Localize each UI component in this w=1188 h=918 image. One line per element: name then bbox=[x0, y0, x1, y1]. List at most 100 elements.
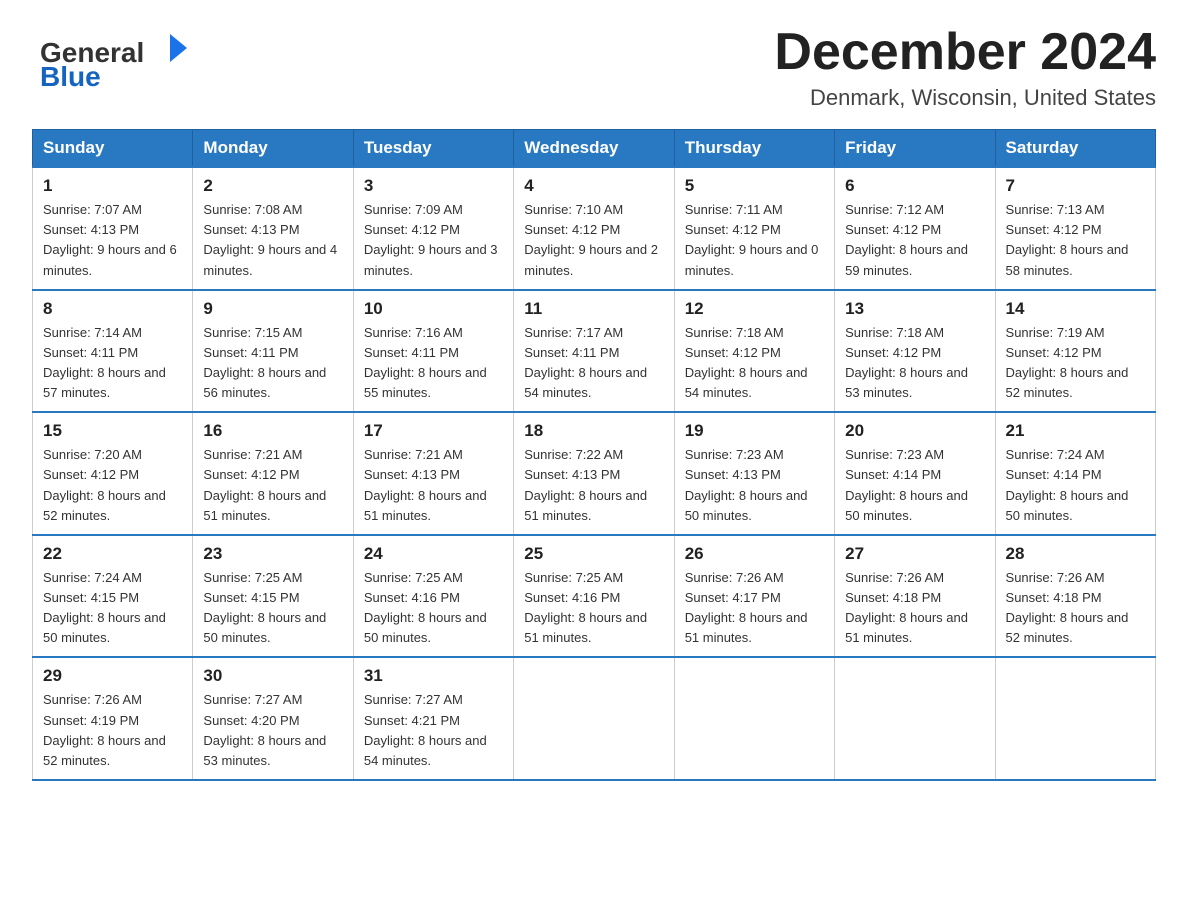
day-info: Sunrise: 7:08 AM Sunset: 4:13 PM Dayligh… bbox=[203, 200, 342, 281]
day-info: Sunrise: 7:16 AM Sunset: 4:11 PM Dayligh… bbox=[364, 323, 503, 404]
sunset-label: Sunset: 4:12 PM bbox=[845, 345, 941, 360]
sunrise-label: Sunrise: 7:25 AM bbox=[364, 570, 463, 585]
daylight-label: Daylight: 9 hours and 6 minutes. bbox=[43, 242, 177, 277]
sunset-label: Sunset: 4:12 PM bbox=[43, 467, 139, 482]
sunset-label: Sunset: 4:11 PM bbox=[203, 345, 298, 360]
table-row: 18 Sunrise: 7:22 AM Sunset: 4:13 PM Dayl… bbox=[514, 412, 674, 535]
table-row: 14 Sunrise: 7:19 AM Sunset: 4:12 PM Dayl… bbox=[995, 290, 1155, 413]
sunset-label: Sunset: 4:14 PM bbox=[1006, 467, 1102, 482]
day-info: Sunrise: 7:23 AM Sunset: 4:13 PM Dayligh… bbox=[685, 445, 824, 526]
day-number: 16 bbox=[203, 421, 342, 441]
sunset-label: Sunset: 4:11 PM bbox=[43, 345, 138, 360]
sunrise-label: Sunrise: 7:26 AM bbox=[1006, 570, 1105, 585]
sunrise-label: Sunrise: 7:25 AM bbox=[203, 570, 302, 585]
daylight-label: Daylight: 8 hours and 54 minutes. bbox=[364, 733, 487, 768]
sunset-label: Sunset: 4:16 PM bbox=[524, 590, 620, 605]
calendar-week-row: 29 Sunrise: 7:26 AM Sunset: 4:19 PM Dayl… bbox=[33, 657, 1156, 780]
sunset-label: Sunset: 4:12 PM bbox=[203, 467, 299, 482]
sunset-label: Sunset: 4:11 PM bbox=[524, 345, 619, 360]
day-number: 31 bbox=[364, 666, 503, 686]
table-row: 31 Sunrise: 7:27 AM Sunset: 4:21 PM Dayl… bbox=[353, 657, 513, 780]
sunrise-label: Sunrise: 7:24 AM bbox=[1006, 447, 1105, 462]
month-title: December 2024 bbox=[774, 24, 1156, 81]
day-info: Sunrise: 7:21 AM Sunset: 4:12 PM Dayligh… bbox=[203, 445, 342, 526]
day-info: Sunrise: 7:15 AM Sunset: 4:11 PM Dayligh… bbox=[203, 323, 342, 404]
title-area: December 2024 Denmark, Wisconsin, United… bbox=[774, 24, 1156, 111]
day-info: Sunrise: 7:26 AM Sunset: 4:18 PM Dayligh… bbox=[845, 568, 984, 649]
location: Denmark, Wisconsin, United States bbox=[774, 85, 1156, 111]
day-number: 17 bbox=[364, 421, 503, 441]
day-info: Sunrise: 7:27 AM Sunset: 4:21 PM Dayligh… bbox=[364, 690, 503, 771]
day-number: 1 bbox=[43, 176, 182, 196]
table-row: 21 Sunrise: 7:24 AM Sunset: 4:14 PM Dayl… bbox=[995, 412, 1155, 535]
table-row bbox=[514, 657, 674, 780]
table-row bbox=[995, 657, 1155, 780]
day-number: 28 bbox=[1006, 544, 1145, 564]
daylight-label: Daylight: 8 hours and 50 minutes. bbox=[203, 610, 326, 645]
table-row: 27 Sunrise: 7:26 AM Sunset: 4:18 PM Dayl… bbox=[835, 535, 995, 658]
table-row: 15 Sunrise: 7:20 AM Sunset: 4:12 PM Dayl… bbox=[33, 412, 193, 535]
day-number: 4 bbox=[524, 176, 663, 196]
day-info: Sunrise: 7:27 AM Sunset: 4:20 PM Dayligh… bbox=[203, 690, 342, 771]
day-info: Sunrise: 7:11 AM Sunset: 4:12 PM Dayligh… bbox=[685, 200, 824, 281]
day-number: 7 bbox=[1006, 176, 1145, 196]
table-row: 11 Sunrise: 7:17 AM Sunset: 4:11 PM Dayl… bbox=[514, 290, 674, 413]
table-row: 22 Sunrise: 7:24 AM Sunset: 4:15 PM Dayl… bbox=[33, 535, 193, 658]
sunset-label: Sunset: 4:17 PM bbox=[685, 590, 781, 605]
table-row: 25 Sunrise: 7:25 AM Sunset: 4:16 PM Dayl… bbox=[514, 535, 674, 658]
day-info: Sunrise: 7:18 AM Sunset: 4:12 PM Dayligh… bbox=[845, 323, 984, 404]
logo-svg: General Blue bbox=[32, 24, 192, 94]
day-number: 14 bbox=[1006, 299, 1145, 319]
day-info: Sunrise: 7:22 AM Sunset: 4:13 PM Dayligh… bbox=[524, 445, 663, 526]
daylight-label: Daylight: 8 hours and 50 minutes. bbox=[364, 610, 487, 645]
sunrise-label: Sunrise: 7:26 AM bbox=[845, 570, 944, 585]
logo: General Blue bbox=[32, 24, 192, 94]
day-info: Sunrise: 7:26 AM Sunset: 4:17 PM Dayligh… bbox=[685, 568, 824, 649]
header-sunday: Sunday bbox=[33, 130, 193, 168]
sunrise-label: Sunrise: 7:12 AM bbox=[845, 202, 944, 217]
daylight-label: Daylight: 8 hours and 55 minutes. bbox=[364, 365, 487, 400]
sunrise-label: Sunrise: 7:26 AM bbox=[685, 570, 784, 585]
day-number: 21 bbox=[1006, 421, 1145, 441]
daylight-label: Daylight: 8 hours and 51 minutes. bbox=[524, 488, 647, 523]
daylight-label: Daylight: 8 hours and 51 minutes. bbox=[524, 610, 647, 645]
day-info: Sunrise: 7:07 AM Sunset: 4:13 PM Dayligh… bbox=[43, 200, 182, 281]
day-info: Sunrise: 7:23 AM Sunset: 4:14 PM Dayligh… bbox=[845, 445, 984, 526]
sunset-label: Sunset: 4:13 PM bbox=[364, 467, 460, 482]
table-row: 10 Sunrise: 7:16 AM Sunset: 4:11 PM Dayl… bbox=[353, 290, 513, 413]
header-thursday: Thursday bbox=[674, 130, 834, 168]
table-row: 13 Sunrise: 7:18 AM Sunset: 4:12 PM Dayl… bbox=[835, 290, 995, 413]
table-row: 6 Sunrise: 7:12 AM Sunset: 4:12 PM Dayli… bbox=[835, 167, 995, 290]
table-row: 19 Sunrise: 7:23 AM Sunset: 4:13 PM Dayl… bbox=[674, 412, 834, 535]
sunset-label: Sunset: 4:15 PM bbox=[43, 590, 139, 605]
sunset-label: Sunset: 4:12 PM bbox=[524, 222, 620, 237]
sunrise-label: Sunrise: 7:13 AM bbox=[1006, 202, 1105, 217]
sunrise-label: Sunrise: 7:27 AM bbox=[203, 692, 302, 707]
table-row: 23 Sunrise: 7:25 AM Sunset: 4:15 PM Dayl… bbox=[193, 535, 353, 658]
sunset-label: Sunset: 4:13 PM bbox=[43, 222, 139, 237]
sunrise-label: Sunrise: 7:20 AM bbox=[43, 447, 142, 462]
day-number: 2 bbox=[203, 176, 342, 196]
sunrise-label: Sunrise: 7:11 AM bbox=[685, 202, 783, 217]
daylight-label: Daylight: 8 hours and 58 minutes. bbox=[1006, 242, 1129, 277]
day-number: 22 bbox=[43, 544, 182, 564]
sunset-label: Sunset: 4:14 PM bbox=[845, 467, 941, 482]
daylight-label: Daylight: 9 hours and 0 minutes. bbox=[685, 242, 819, 277]
sunset-label: Sunset: 4:16 PM bbox=[364, 590, 460, 605]
day-number: 20 bbox=[845, 421, 984, 441]
sunset-label: Sunset: 4:12 PM bbox=[364, 222, 460, 237]
sunrise-label: Sunrise: 7:15 AM bbox=[203, 325, 302, 340]
sunset-label: Sunset: 4:18 PM bbox=[1006, 590, 1102, 605]
day-number: 26 bbox=[685, 544, 824, 564]
table-row: 17 Sunrise: 7:21 AM Sunset: 4:13 PM Dayl… bbox=[353, 412, 513, 535]
sunset-label: Sunset: 4:18 PM bbox=[845, 590, 941, 605]
table-row: 3 Sunrise: 7:09 AM Sunset: 4:12 PM Dayli… bbox=[353, 167, 513, 290]
daylight-label: Daylight: 8 hours and 52 minutes. bbox=[1006, 610, 1129, 645]
daylight-label: Daylight: 8 hours and 57 minutes. bbox=[43, 365, 166, 400]
table-row: 4 Sunrise: 7:10 AM Sunset: 4:12 PM Dayli… bbox=[514, 167, 674, 290]
header-tuesday: Tuesday bbox=[353, 130, 513, 168]
sunrise-label: Sunrise: 7:21 AM bbox=[203, 447, 302, 462]
daylight-label: Daylight: 8 hours and 50 minutes. bbox=[845, 488, 968, 523]
daylight-label: Daylight: 8 hours and 52 minutes. bbox=[43, 733, 166, 768]
page-header: General Blue December 2024 Denmark, Wisc… bbox=[32, 24, 1156, 111]
